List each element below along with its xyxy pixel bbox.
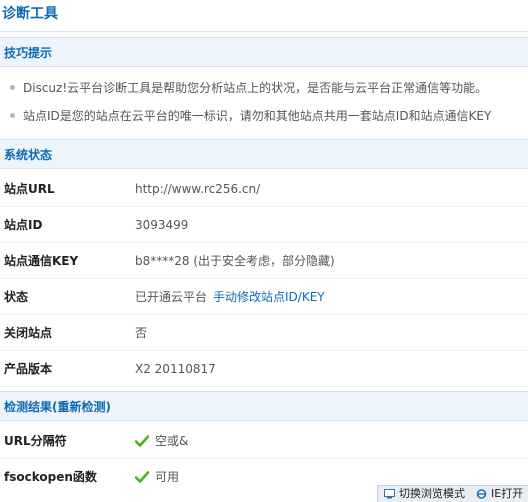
key-note: (出于安全考虑，部分隐藏) <box>193 254 335 268</box>
tip-item: Discuz!云平台诊断工具是帮助您分析站点上的状况，是否能与云平台正常通信等功… <box>0 75 528 101</box>
status-value: 已开通云平台 <box>135 290 208 304</box>
page-title: 诊断工具 <box>0 0 528 32</box>
row-value: 可用 <box>135 459 179 495</box>
ie-icon <box>476 489 487 499</box>
results-heading-suffix: ) <box>105 400 111 414</box>
table-row: 站点ID 3093499 <box>0 207 528 243</box>
ie-open-label: IE打开 <box>491 487 524 500</box>
row-value: 空或& <box>135 423 188 459</box>
check-icon <box>135 470 149 483</box>
table-row: 关闭站点 否 <box>0 315 528 351</box>
result-value: 空或& <box>155 434 189 448</box>
row-label: fsockopen函数 <box>4 470 97 484</box>
table-row: 站点通信KEY b8****28 (出于安全考虑，部分隐藏) <box>0 243 528 279</box>
table-row: 产品版本 X2 20110817 <box>0 351 528 387</box>
check-icon <box>135 434 149 447</box>
tip-text: Discuz!云平台诊断工具是帮助您分析站点上的状况，是否能与云平台正常通信等功… <box>23 81 488 95</box>
browse-mode-label: 切换浏览模式 <box>399 487 465 500</box>
tips-heading: 技巧提示 <box>0 37 528 67</box>
row-value: X2 20110817 <box>135 362 216 376</box>
row-value: 3093499 <box>135 218 189 232</box>
ie-open-button[interactable]: IE打开 <box>476 486 523 502</box>
row-value: http://www.rc256.cn/ <box>135 182 261 196</box>
row-label: 状态 <box>4 290 29 304</box>
row-label: 产品版本 <box>4 362 53 376</box>
system-status-heading: 系统状态 <box>0 139 528 169</box>
browse-mode-button[interactable]: 切换浏览模式 <box>384 486 465 502</box>
recheck-link[interactable]: 重新检测 <box>58 400 106 414</box>
tip-text: 站点ID是您的站点在云平台的唯一标识，请勿和其他站点共用一套站点ID和站点通信K… <box>23 109 492 123</box>
row-value: 已开通云平台 手动修改站点ID/KEY <box>135 279 325 315</box>
row-label: 关闭站点 <box>4 326 53 340</box>
row-value: b8****28 (出于安全考虑，部分隐藏) <box>135 243 335 279</box>
row-label: 站点ID <box>4 218 43 232</box>
table-row: URL分隔符 空或& <box>0 423 528 459</box>
edit-site-key-link[interactable]: 手动修改站点ID/KEY <box>213 290 325 304</box>
monitor-icon <box>384 489 395 499</box>
bullet-icon <box>10 113 15 118</box>
result-value: 可用 <box>155 470 180 484</box>
results-heading-prefix: 检测结果( <box>4 400 58 414</box>
row-value: 否 <box>135 326 148 340</box>
tip-item: 站点ID是您的站点在云平台的唯一标识，请勿和其他站点共用一套站点ID和站点通信K… <box>0 103 528 129</box>
key-value: b8****28 <box>135 254 190 268</box>
row-label: 站点URL <box>4 182 55 196</box>
table-row: 状态 已开通云平台 手动修改站点ID/KEY <box>0 279 528 315</box>
browser-statusbar: 切换浏览模式 IE打开 <box>377 485 528 502</box>
row-label: URL分隔符 <box>4 434 67 448</box>
row-label: 站点通信KEY <box>4 254 79 268</box>
results-heading: 检测结果(重新检测) <box>0 391 528 421</box>
bullet-icon <box>10 85 15 90</box>
table-row: 站点URL http://www.rc256.cn/ <box>0 171 528 207</box>
